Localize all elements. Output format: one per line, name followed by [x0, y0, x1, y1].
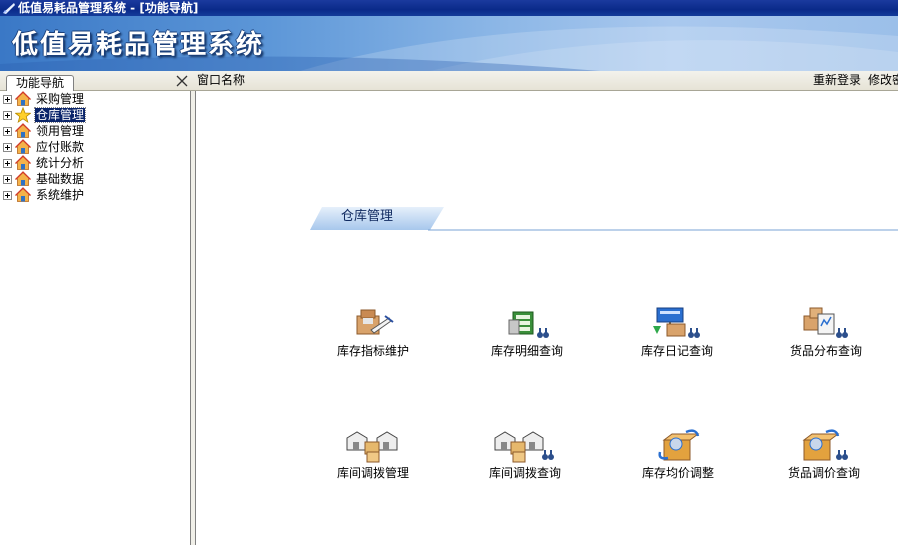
expand-icon[interactable] [3, 126, 12, 136]
tree-item-label: 领用管理 [36, 124, 85, 138]
tree-item-purchase[interactable]: 采购管理 [3, 91, 85, 107]
tile-inventory-detail[interactable]: 库存明细查询 [467, 306, 587, 376]
relogin-link[interactable]: 重新登录 [813, 73, 861, 87]
expand-icon[interactable] [3, 94, 12, 104]
tree-item-label: 基础数据 [36, 172, 85, 186]
tree-item-basic-data[interactable]: 基础数据 [3, 171, 85, 187]
banner-title: 低值易耗品管理系统 [12, 30, 265, 60]
expand-icon[interactable] [3, 174, 12, 184]
expand-icon[interactable] [3, 142, 12, 152]
navigation-tree[interactable]: 采购管理 仓库管理 领用管理 应付账款 统计分析 基础数据 系统维护 [0, 91, 191, 545]
title-bar[interactable]: 低值易耗品管理系统 - [功能导航] [0, 0, 898, 16]
tile-warehouse-transfer-search[interactable]: 库间调拨查询 [465, 428, 585, 498]
tree-item-system-maintenance[interactable]: 系统维护 [3, 187, 85, 203]
tile-label: 库间调拨管理 [336, 466, 409, 480]
tile-inventory-journal[interactable]: 库存日记查询 [617, 306, 737, 376]
tree-item-payables[interactable]: 应付账款 [3, 139, 85, 155]
app-icon [3, 3, 15, 14]
tab-label: 功能导航 [15, 76, 64, 90]
tile-label: 库存明细查询 [490, 344, 563, 358]
tile-price-adjust-search[interactable]: 货品调价查询 [764, 428, 884, 498]
tile-label: 库存指标维护 [336, 344, 409, 358]
star-icon [15, 107, 31, 123]
house-icon [15, 139, 31, 154]
tile-goods-distribution[interactable]: 货品分布查询 [766, 306, 886, 376]
tree-item-requisition[interactable]: 领用管理 [3, 123, 85, 139]
toolbar-strip [0, 71, 898, 91]
expand-icon[interactable] [3, 190, 12, 200]
tree-item-label: 仓库管理 [33, 107, 87, 123]
tree-item-label: 统计分析 [36, 156, 85, 170]
house-icon [15, 91, 31, 106]
section-title: 仓库管理 [341, 209, 394, 224]
tree-item-label: 应付账款 [36, 140, 85, 154]
tree-item-label: 系统维护 [36, 188, 85, 202]
tree-item-label: 采购管理 [36, 92, 85, 106]
tile-inventory-indicator[interactable]: 库存指标维护 [313, 306, 433, 376]
tree-item-statistics[interactable]: 统计分析 [3, 155, 85, 171]
tile-average-price-adjust[interactable]: 库存均价调整 [618, 428, 738, 498]
window-name-label: 窗口名称 [197, 73, 246, 87]
section-header [310, 207, 898, 231]
tab-function-navigation[interactable]: 功能导航 [6, 75, 74, 91]
expand-icon[interactable] [3, 110, 12, 120]
tile-label: 库存日记查询 [640, 344, 713, 358]
tree-item-warehouse[interactable]: 仓库管理 [3, 107, 87, 123]
tile-label: 库存均价调整 [641, 466, 714, 480]
house-icon [15, 187, 31, 202]
tile-label: 库间调拨查询 [488, 466, 561, 480]
close-icon[interactable] [175, 74, 189, 88]
change-password-link[interactable]: 修改密码 [868, 73, 898, 87]
tile-label: 货品调价查询 [787, 466, 860, 480]
window-title: 低值易耗品管理系统 - [功能导航] [18, 1, 199, 15]
expand-icon[interactable] [3, 158, 12, 168]
app-banner: 低值易耗品管理系统 [0, 16, 898, 71]
tile-label: 货品分布查询 [789, 344, 862, 358]
house-icon [15, 123, 31, 138]
house-icon [15, 155, 31, 170]
house-icon [15, 171, 31, 186]
tile-warehouse-transfer[interactable]: 库间调拨管理 [313, 428, 433, 498]
